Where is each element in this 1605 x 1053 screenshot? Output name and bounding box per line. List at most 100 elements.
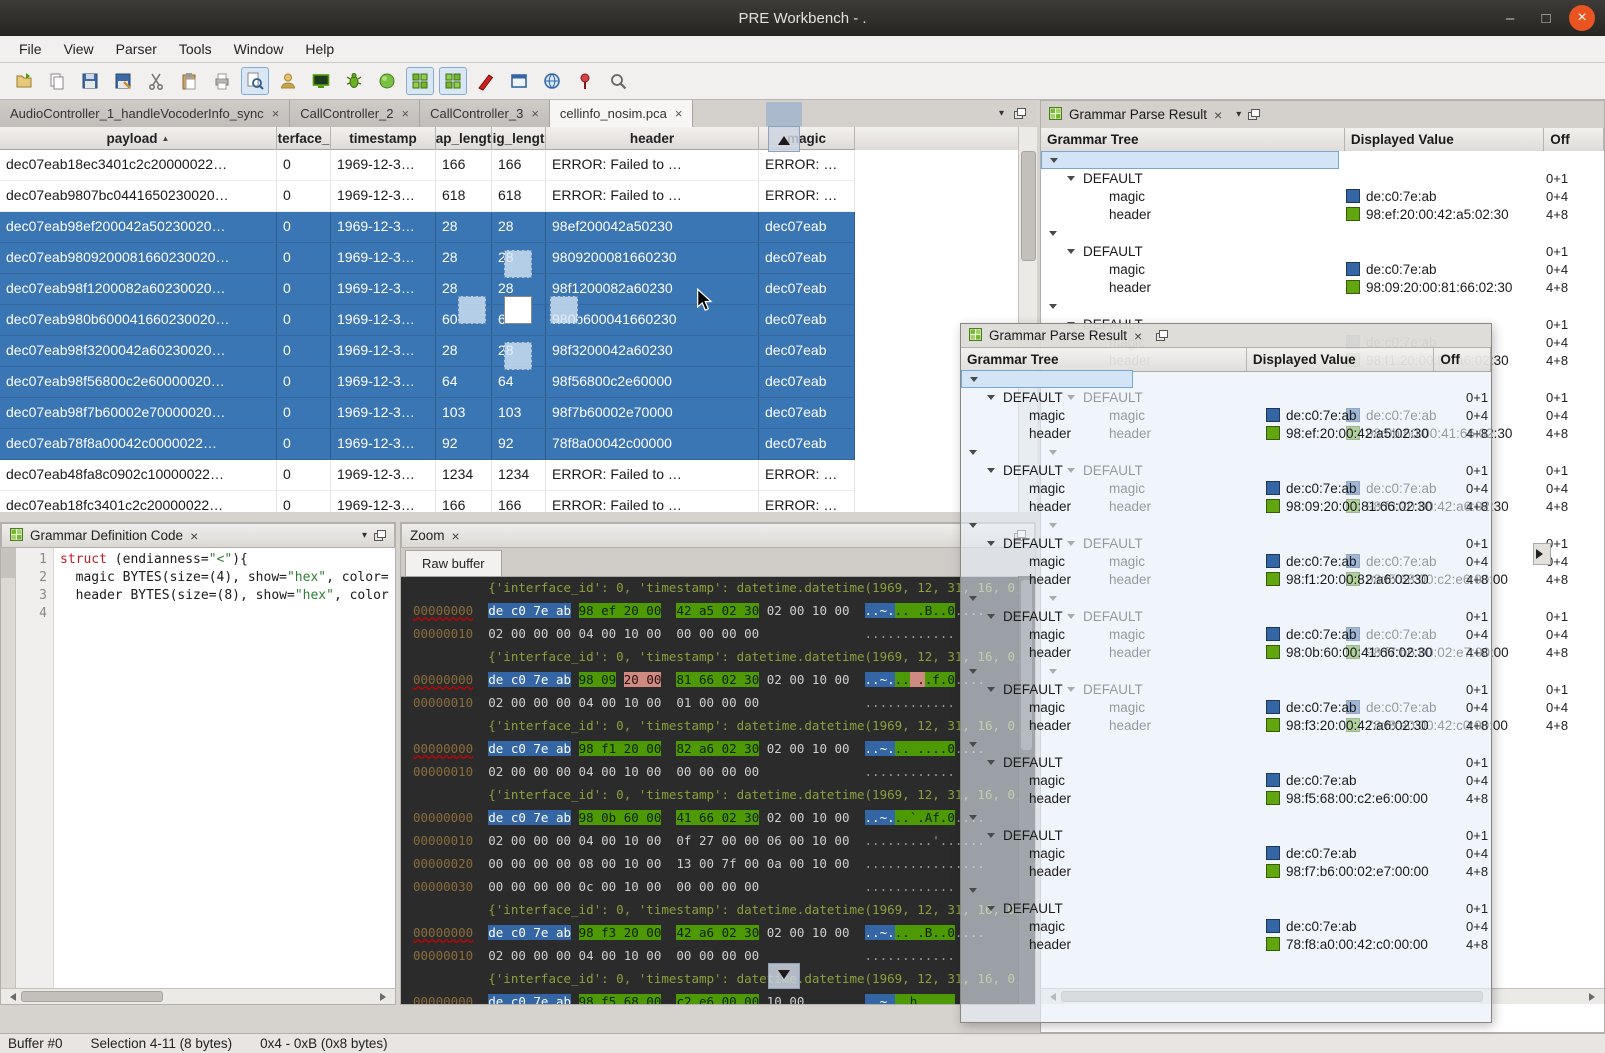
tree-header-row[interactable]: header98:f3:20:00:42:a6:02:304+8: [961, 716, 1491, 734]
table-row[interactable]: dec07eab980b600041660230020…01969-12-3…6…: [0, 305, 855, 336]
float-panel-icon[interactable]: [374, 530, 386, 541]
tree-column-off[interactable]: Off: [1434, 348, 1491, 371]
chevron-down-icon[interactable]: [987, 833, 995, 842]
hex-view-icon[interactable]: [307, 67, 335, 95]
hex-line[interactable]: 0000001002 00 00 00 04 00 10 00 00 00 00…: [401, 760, 1019, 783]
chevron-down-icon[interactable]: [970, 377, 978, 386]
chevron-down-icon[interactable]: [987, 395, 995, 404]
close-icon[interactable]: ×: [1214, 107, 1222, 123]
menu-item-help[interactable]: Help: [294, 37, 345, 61]
table-row[interactable]: dec07eab18fc3401c2c20000022…01969-12-3…1…: [0, 491, 855, 512]
tree-header-row[interactable]: header98:ef:20:00:42:a5:02:304+8: [961, 424, 1491, 442]
tree-default-row[interactable]: DEFAULT0+1: [961, 826, 1491, 844]
chevron-down-icon[interactable]: [969, 888, 977, 897]
hex-dump-view[interactable]: {'interface_id': 0, 'timestamp': datetim…: [401, 576, 1019, 1004]
code-editor[interactable]: 1234 struct (endianness="<"){ magic BYTE…: [1, 548, 395, 989]
float-panel-icon[interactable]: [1156, 330, 1168, 341]
table-row[interactable]: dec07eab98f7b60002e70000020…01969-12-3…1…: [0, 398, 855, 429]
table-row[interactable]: dec07eab98f3200042a60230020…01969-12-3…2…: [0, 336, 855, 367]
tree-header-row[interactable]: header78:f8:a0:00:42:c0:00:004+8: [961, 935, 1491, 953]
tree-magic-row[interactable]: magicde:c0:7e:ab0+4: [1041, 187, 1604, 205]
tab-CallController_3[interactable]: CallController_3×: [420, 100, 550, 127]
tree-root-row[interactable]: [961, 443, 1491, 461]
tree-header-row[interactable]: header98:f7:b6:00:02:e7:00:004+8: [961, 862, 1491, 880]
hex-line[interactable]: 0000002000 00 00 00 08 00 10 00 13 00 7f…: [401, 852, 1019, 875]
chevron-down-icon[interactable]: [987, 760, 995, 769]
tree-magic-row[interactable]: magicde:c0:7e:ab0+4: [961, 479, 1491, 497]
hex-line[interactable]: 0000001002 00 00 00 04 00 10 00 0f 27 00…: [401, 829, 1019, 852]
tree-default-row[interactable]: DEFAULT0+1: [961, 753, 1491, 771]
tree-default-row[interactable]: DEFAULT0+1: [961, 534, 1491, 552]
tree-column-grammar-tree[interactable]: Grammar Tree: [961, 348, 1247, 371]
menu-item-file[interactable]: File: [8, 37, 53, 61]
tree-default-row[interactable]: DEFAULT0+1: [961, 461, 1491, 479]
table-row[interactable]: dec07eab98ef200042a50230020…01969-12-3…2…: [0, 212, 855, 243]
tree-root-row[interactable]: [961, 808, 1491, 826]
tree-magic-row[interactable]: magicde:c0:7e:ab0+4: [961, 698, 1491, 716]
close-icon[interactable]: ×: [452, 528, 460, 544]
tree-header-row[interactable]: header98:f5:68:00:c2:e6:00:004+8: [961, 789, 1491, 807]
table-row[interactable]: dec07eab9807bc0441650230020…01969-12-3…6…: [0, 181, 855, 212]
hex-line[interactable]: 00000000de c0 7e ab 98 ef 20 00 42 a5 02…: [401, 599, 1019, 622]
floating-window-titlebar[interactable]: Grammar Parse Result ×: [961, 324, 1491, 348]
hex-line[interactable]: 00000000de c0 7e ab 98 f3 20 00 42 a6 02…: [401, 921, 1019, 944]
tree-magic-row[interactable]: magicde:c0:7e:ab0+4: [961, 771, 1491, 789]
menu-item-parser[interactable]: Parser: [105, 37, 168, 61]
chevron-down-icon[interactable]: [969, 596, 977, 605]
tree-magic-row[interactable]: magicde:c0:7e:ab0+4: [961, 917, 1491, 935]
parse-buffer-icon[interactable]: [241, 67, 269, 95]
close-icon[interactable]: ×: [190, 528, 198, 544]
tree-magic-row[interactable]: magicde:c0:7e:ab0+4: [961, 406, 1491, 424]
tree-root-row[interactable]: [1041, 224, 1604, 242]
open-file-icon[interactable]: [10, 67, 38, 95]
column-header-header[interactable]: header: [546, 127, 759, 150]
chevron-down-icon[interactable]: [1050, 158, 1058, 167]
debug-icon[interactable]: [340, 67, 368, 95]
tab-cellinfo_nosim.pca[interactable]: cellinfo_nosim.pca×: [550, 100, 694, 127]
table-row[interactable]: dec07eab18ec3401c2c20000022…01969-12-3…1…: [0, 150, 855, 181]
chevron-down-icon[interactable]: [969, 669, 977, 678]
tree-header-row[interactable]: header98:09:20:00:81:66:02:304+8: [961, 497, 1491, 515]
tree-default-row[interactable]: DEFAULT0+1: [961, 899, 1491, 917]
tree-header-row[interactable]: header98:09:20:00:81:66:02:304+8: [1041, 278, 1604, 296]
menu-item-tools[interactable]: Tools: [168, 37, 223, 61]
tree-root-row[interactable]: [1041, 151, 1339, 169]
new-window-icon[interactable]: [505, 67, 533, 95]
scroll-right-icon[interactable]: [1589, 993, 1599, 1001]
tree-header-row[interactable]: header98:0b:60:00:41:66:02:304+8: [961, 643, 1491, 661]
scroll-left-icon[interactable]: [6, 993, 16, 1001]
close-icon[interactable]: ×: [1134, 328, 1142, 344]
hex-line[interactable]: 00000000de c0 7e ab 98 09 20 00 81 66 02…: [401, 668, 1019, 691]
parse-result-panel-icon[interactable]: [439, 67, 467, 95]
hex-line[interactable]: 00000000de c0 7e ab 98 f5 68 00 c2 e6 00…: [401, 990, 1019, 1004]
table-row[interactable]: dec07eab98f1200082a60230020…01969-12-3…2…: [0, 274, 855, 305]
close-button[interactable]: ×: [1569, 5, 1595, 31]
tree-default-row[interactable]: DEFAULT0+1: [961, 680, 1491, 698]
tab-raw-buffer[interactable]: Raw buffer: [405, 550, 502, 576]
save-icon[interactable]: [76, 67, 104, 95]
tree-magic-row[interactable]: magicde:c0:7e:ab0+4: [961, 625, 1491, 643]
tree-root-row[interactable]: [961, 370, 1133, 388]
tree-default-row[interactable]: DEFAULT0+1: [961, 388, 1491, 406]
user-icon[interactable]: [274, 67, 302, 95]
table-row[interactable]: dec07eab48fa8c0902c10000022…01969-12-3…1…: [0, 460, 855, 491]
chevron-down-icon[interactable]: ▾: [1236, 109, 1241, 120]
tree-magic-row[interactable]: magicde:c0:7e:ab0+4: [1041, 260, 1604, 278]
chevron-down-icon[interactable]: [969, 815, 977, 824]
float-panel-icon[interactable]: [1248, 109, 1260, 120]
tree-default-row[interactable]: DEFAULT0+1: [961, 607, 1491, 625]
hex-line[interactable]: 0000001002 00 00 00 04 00 10 00 01 00 00…: [401, 691, 1019, 714]
table-row[interactable]: dec07eab9809200081660230020…01969-12-3…2…: [0, 243, 855, 274]
tree-magic-row[interactable]: magicde:c0:7e:ab0+4: [961, 552, 1491, 570]
marker-icon[interactable]: [472, 67, 500, 95]
tree-column-displayed-value[interactable]: Displayed Value: [1247, 348, 1435, 371]
search-icon[interactable]: [604, 67, 632, 95]
scrollbar-thumb[interactable]: [1021, 151, 1036, 261]
menu-item-window[interactable]: Window: [223, 37, 295, 61]
tree-default-row[interactable]: DEFAULT0+1: [1041, 242, 1604, 260]
chevron-down-icon[interactable]: [969, 523, 977, 532]
hex-line[interactable]: 0000001002 00 00 00 04 00 10 00 00 00 00…: [401, 944, 1019, 967]
tree-column-off[interactable]: Off: [1544, 128, 1604, 151]
minimize-button[interactable]: –: [1497, 5, 1523, 31]
tree-column-grammar-tree[interactable]: Grammar Tree: [1041, 128, 1345, 151]
